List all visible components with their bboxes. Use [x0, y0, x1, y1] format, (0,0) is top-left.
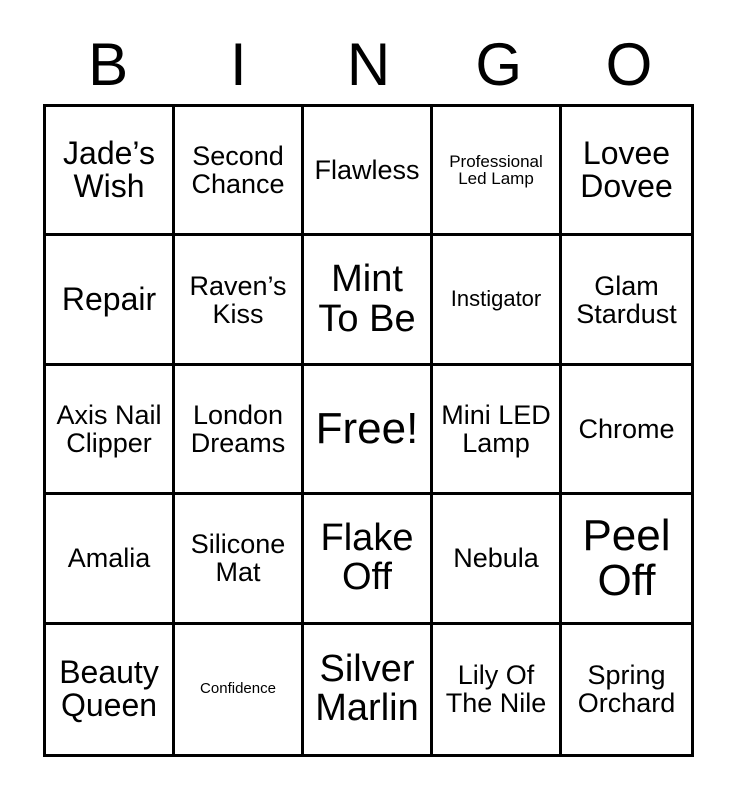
bingo-cell-label: Spring Orchard [577, 660, 676, 719]
bingo-cell[interactable]: Silicone Mat [175, 495, 304, 625]
bingo-cell-label: Silver Marlin [315, 647, 419, 730]
bingo-cell-label: Professional Led Lamp [449, 151, 543, 189]
bingo-header-letter-i: I [229, 31, 247, 98]
bingo-cell[interactable]: Jade’s Wish [46, 107, 175, 237]
bingo-cell[interactable]: Professional Led Lamp [433, 107, 562, 237]
bingo-header-letter-n: N [346, 31, 391, 98]
bingo-cell-label: Free! [315, 404, 419, 454]
bingo-cell-label: Flake Off [320, 516, 414, 599]
bingo-cell[interactable]: Lily Of The Nile [433, 624, 562, 754]
bingo-cell-label: Lovee Dovee [580, 134, 673, 205]
bingo-cell[interactable]: Silver Marlin [304, 624, 433, 754]
bingo-header-letter-g: G [475, 31, 523, 98]
bingo-cell-label: Mini LED Lamp [441, 399, 551, 458]
bingo-cell[interactable]: Axis Nail Clipper [46, 365, 175, 496]
bingo-cell-label: London Dreams [190, 399, 286, 458]
bingo-cell[interactable]: Confidence [175, 624, 304, 754]
bingo-cell[interactable]: Flake Off [304, 495, 433, 625]
bingo-cell[interactable]: Instigator [433, 236, 562, 366]
bingo-cell-label: Mint To Be [318, 258, 416, 340]
bingo-cell[interactable]: Repair [46, 236, 175, 366]
bingo-cell-label: Instigator [450, 286, 542, 312]
bingo-cell[interactable]: Flawless [304, 107, 433, 237]
bingo-cell-label: Glam Stardust [576, 270, 677, 329]
bingo-cell-label: Raven’s Kiss [189, 270, 287, 329]
bingo-cell[interactable]: Spring Orchard [562, 624, 691, 754]
bingo-cell[interactable]: Amalia [46, 495, 175, 625]
bingo-cell[interactable]: Raven’s Kiss [175, 236, 304, 366]
bingo-header-letter-o: O [605, 31, 653, 98]
bingo-cell-label: Beauty Queen [59, 654, 159, 724]
bingo-cell[interactable]: London Dreams [175, 365, 304, 496]
bingo-cell-label: Confidence [200, 680, 276, 698]
bingo-cell[interactable]: Mini LED Lamp [433, 365, 562, 496]
bingo-cell[interactable]: Beauty Queen [46, 624, 175, 754]
bingo-cell[interactable]: Lovee Dovee [562, 107, 691, 237]
bingo-cell-label: Repair [61, 280, 157, 317]
bingo-cell-label: Flawless [314, 155, 420, 186]
bingo-cell[interactable]: Peel Off [562, 495, 691, 625]
bingo-cell[interactable]: Mint To Be [304, 236, 433, 366]
bingo-cell[interactable]: Second Chance [175, 107, 304, 237]
bingo-card: B I N G O Jade’s Wish Second Chance Flawle… [0, 0, 737, 800]
bingo-header-row: B I N G O [43, 28, 694, 102]
bingo-cell-label: Chrome [578, 413, 675, 444]
bingo-grid: Jade’s Wish Second Chance Flawless Professi… [43, 104, 694, 757]
bingo-free-space[interactable]: Free! [304, 365, 433, 496]
bingo-cell-label: Axis Nail Clipper [56, 399, 162, 458]
bingo-cell-label: Peel Off [582, 510, 671, 606]
bingo-cell-label: Jade’s Wish [63, 134, 155, 205]
bingo-cell[interactable]: Nebula [433, 495, 562, 625]
bingo-header-letter-b: B [88, 31, 129, 98]
bingo-cell[interactable]: Chrome [562, 365, 691, 496]
bingo-cell[interactable]: Glam Stardust [562, 236, 691, 366]
bingo-cell-label: Lily Of The Nile [445, 660, 547, 719]
bingo-cell-label: Nebula [453, 543, 539, 574]
bingo-cell-label: Second Chance [191, 141, 285, 200]
bingo-cell-label: Amalia [67, 543, 151, 574]
bingo-cell-label: Silicone Mat [190, 529, 286, 588]
